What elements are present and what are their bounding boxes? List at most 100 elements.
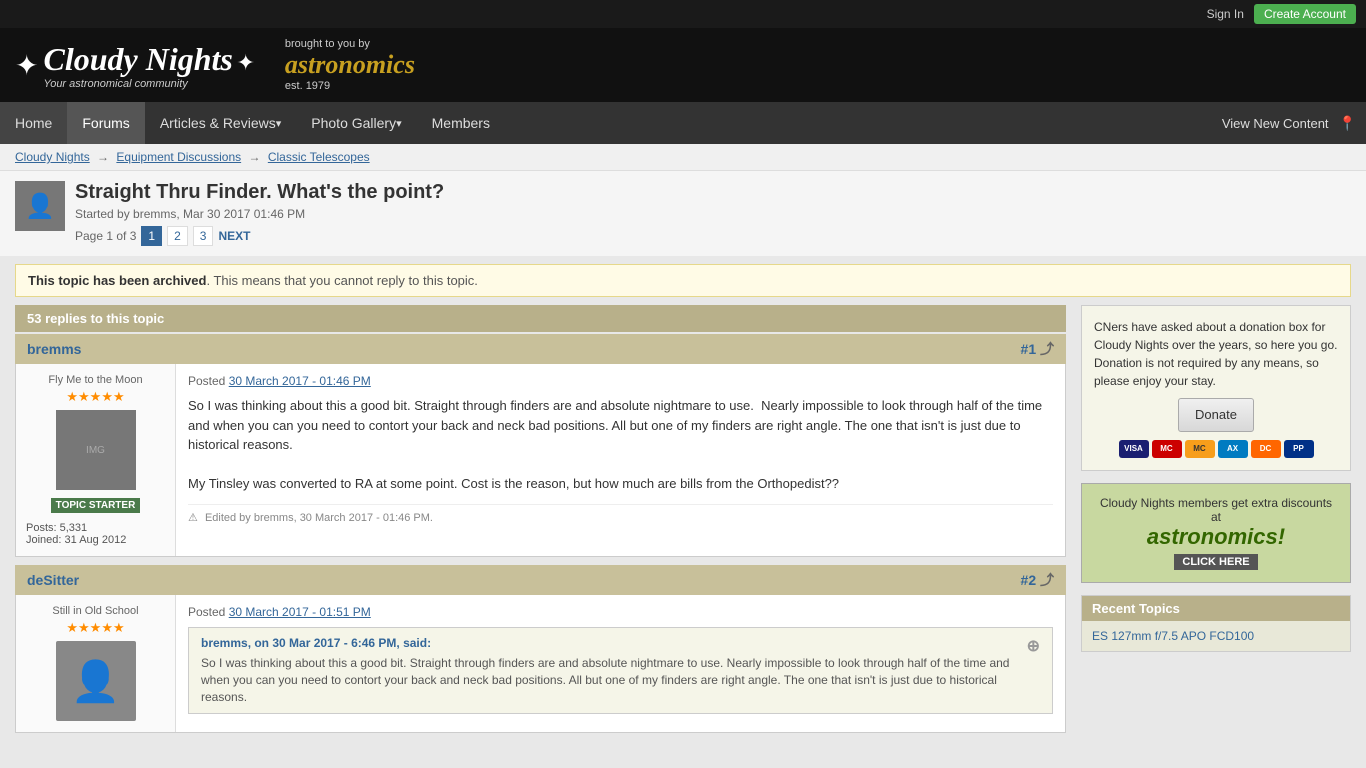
recent-topics-content: ES 127mm f/7.5 APO FCD100 <box>1082 621 1350 651</box>
post-2-header: deSitter #2 ⤴ <box>15 565 1066 595</box>
topic-title: Straight Thru Finder. What's the point? <box>75 181 444 204</box>
paypal-icon: PP <box>1284 440 1314 458</box>
post-2-rank: Still in Old School <box>26 605 165 617</box>
mastercard2-icon: MC <box>1185 440 1215 458</box>
topic-avatar: 👤 <box>15 181 65 231</box>
sidebar: CNers have asked about a donation box fo… <box>1081 305 1351 741</box>
site-name: Cloudy Nights <box>43 41 232 77</box>
post-1-edit-note: ⚠ Edited by bremms, 30 March 2017 - 01:4… <box>188 504 1053 524</box>
post-2-date: Posted 30 March 2017 - 01:51 PM <box>188 605 1053 619</box>
post-2-stars: ★★★★★ <box>26 620 165 636</box>
share-icon[interactable]: ⤴ <box>1040 341 1054 357</box>
donate-button[interactable]: Donate <box>1178 398 1254 432</box>
create-account-button[interactable]: Create Account <box>1254 4 1356 24</box>
page-1-link[interactable]: 1 <box>141 226 162 246</box>
post-1-number: #1 ⤴ <box>1021 339 1054 359</box>
post-2-author-panel: Still in Old School ★★★★★ 👤 <box>16 595 176 732</box>
post-1-content: Posted 30 March 2017 - 01:46 PM So I was… <box>176 364 1065 556</box>
sponsor-area: brought to you by astronomics est. 1979 <box>285 38 415 92</box>
page-2-link[interactable]: 2 <box>167 226 188 246</box>
recent-topic-1[interactable]: ES 127mm f/7.5 APO FCD100 <box>1092 629 1340 643</box>
click-here-button[interactable]: CLICK HERE <box>1174 554 1257 570</box>
content-area: 53 replies to this topic bremms #1 ⤴ Fly… <box>15 305 1066 741</box>
pagination: Page 1 of 3 1 2 3 NEXT <box>75 226 444 246</box>
post-1-header: bremms #1 ⤴ <box>15 334 1066 364</box>
recent-topics-box: Recent Topics ES 127mm f/7.5 APO FCD100 <box>1081 595 1351 652</box>
post-1-number-link[interactable]: #1 <box>1021 341 1037 357</box>
breadcrumb-equipment[interactable]: Equipment Discussions <box>116 150 241 164</box>
post-2-number-link[interactable]: #2 <box>1021 572 1037 588</box>
logo[interactable]: ✦ Cloudy Nights ✦ Your astronomical comm… <box>15 41 255 90</box>
archive-notice-text: . This means that you cannot reply to th… <box>206 273 477 288</box>
page-of-label: Page 1 of 3 <box>75 229 136 243</box>
astro-name: astronomics! <box>1094 524 1338 550</box>
mastercard-icon: MC <box>1152 440 1182 458</box>
main-nav: Home Forums Articles & Reviews Photo Gal… <box>0 102 1366 144</box>
topic-starter-badge: TOPIC STARTER <box>51 498 141 513</box>
sponsor-est: est. 1979 <box>285 80 415 92</box>
astronomics-ad[interactable]: Cloudy Nights members get extra discount… <box>1081 483 1351 583</box>
topic-header: 👤 Straight Thru Finder. What's the point… <box>0 171 1366 256</box>
location-icon[interactable]: 📍 <box>1339 115 1356 132</box>
post-2-avatar: 👤 <box>56 641 136 721</box>
nav-articles[interactable]: Articles & Reviews <box>145 102 296 144</box>
post-2-author-link[interactable]: deSitter <box>27 572 79 588</box>
page-next-link[interactable]: NEXT <box>218 229 250 243</box>
post-2-number: #2 ⤴ <box>1021 570 1054 590</box>
post-2-body: Still in Old School ★★★★★ 👤 Posted 30 Ma… <box>15 595 1066 733</box>
replies-bar: 53 replies to this topic <box>15 305 1066 332</box>
post-1-text: So I was thinking about this a good bit.… <box>188 396 1053 494</box>
post-1-rank: Fly Me to the Moon <box>26 374 165 386</box>
breadcrumb-sep1: → <box>97 150 112 164</box>
amex-icon: AX <box>1218 440 1248 458</box>
discover-icon: DC <box>1251 440 1281 458</box>
main-layout: 53 replies to this topic bremms #1 ⤴ Fly… <box>0 305 1366 756</box>
avatar-silhouette-icon: 👤 <box>71 658 121 705</box>
breadcrumb-home[interactable]: Cloudy Nights <box>15 150 90 164</box>
post-1-date: Posted 30 March 2017 - 01:46 PM <box>188 374 1053 388</box>
site-tagline: Your astronomical community <box>43 78 254 90</box>
nav-photo-gallery[interactable]: Photo Gallery <box>296 102 416 144</box>
archive-notice-bold: This topic has been archived <box>28 273 206 288</box>
archive-notice: This topic has been archived. This means… <box>15 264 1351 297</box>
signin-link[interactable]: Sign In <box>1207 7 1244 21</box>
astro-text: Cloudy Nights members get extra discount… <box>1094 496 1338 524</box>
view-new-content-link[interactable]: View New Content <box>1222 116 1329 131</box>
nav-forums[interactable]: Forums <box>67 102 144 144</box>
post-2-share-icon[interactable]: ⤴ <box>1040 572 1054 588</box>
card-icons: VISA MC MC AX DC PP <box>1094 440 1338 458</box>
nav-right: View New Content 📍 <box>1222 102 1366 144</box>
topic-meta: Started by bremms, Mar 30 2017 01:46 PM <box>75 207 444 221</box>
nav-left: Home Forums Articles & Reviews Photo Gal… <box>0 102 1222 144</box>
breadcrumb-classic[interactable]: Classic Telescopes <box>268 150 370 164</box>
sponsor-name: astronomics <box>285 50 415 80</box>
visa-icon: VISA <box>1119 440 1149 458</box>
post-2-date-link[interactable]: 30 March 2017 - 01:51 PM <box>229 605 371 619</box>
post-1-avatar: IMG <box>56 410 136 490</box>
site-header: ✦ Cloudy Nights ✦ Your astronomical comm… <box>0 28 1366 102</box>
post-2-content: Posted 30 March 2017 - 01:51 PM bremms, … <box>176 595 1065 732</box>
donation-text: CNers have asked about a donation box fo… <box>1094 318 1338 390</box>
recent-topics-title: Recent Topics <box>1082 596 1350 621</box>
donation-box: CNers have asked about a donation box fo… <box>1081 305 1351 471</box>
breadcrumb-sep2: → <box>248 150 263 164</box>
post-1-author-panel: Fly Me to the Moon ★★★★★ IMG TOPIC START… <box>16 364 176 556</box>
breadcrumb: Cloudy Nights → Equipment Discussions → … <box>0 144 1366 171</box>
quote-header: bremms, on 30 Mar 2017 - 6:46 PM, said: … <box>201 636 1040 650</box>
post-1-author-link[interactable]: bremms <box>27 341 81 357</box>
logo-area: ✦ Cloudy Nights ✦ Your astronomical comm… <box>15 38 415 92</box>
topic-info: Straight Thru Finder. What's the point? … <box>75 181 444 246</box>
post-2-quote: bremms, on 30 Mar 2017 - 6:46 PM, said: … <box>188 627 1053 714</box>
nav-home[interactable]: Home <box>0 102 67 144</box>
post-1-meta: Posts: 5,331 Joined: 31 Aug 2012 <box>26 522 165 546</box>
sponsor-prefix: brought to you by <box>285 38 415 50</box>
quote-expand-button[interactable]: ⊕ <box>1027 636 1040 656</box>
post-1-date-link[interactable]: 30 March 2017 - 01:46 PM <box>229 374 371 388</box>
quote-text: So I was thinking about this a good bit.… <box>201 655 1040 705</box>
post-1-stars: ★★★★★ <box>26 389 165 405</box>
page-3-link[interactable]: 3 <box>193 226 214 246</box>
post-1-body: Fly Me to the Moon ★★★★★ IMG TOPIC START… <box>15 364 1066 557</box>
top-bar: Sign In Create Account <box>0 0 1366 28</box>
nav-members[interactable]: Members <box>417 102 505 144</box>
edit-icon: ⚠ <box>188 512 198 524</box>
